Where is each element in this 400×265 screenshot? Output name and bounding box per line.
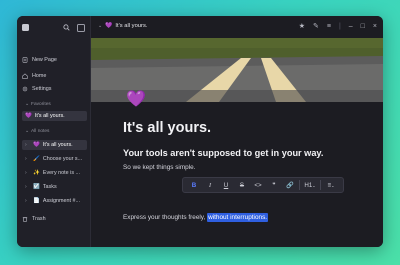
note-item-label: It's all yours. (42, 142, 73, 148)
favorites-section-header[interactable]: ⌄ Favorites (25, 102, 51, 107)
note-item-label: Tasks (42, 184, 57, 190)
title-bar: ⌄ 💜 It's all yours. ★ ✎ ≡ | – □ × (91, 16, 383, 38)
favorite-item[interactable]: 💜 It's all yours. (22, 111, 87, 121)
sidebar-item-label: Home (32, 73, 47, 79)
window-controls: ★ ✎ ≡ | – □ × (299, 22, 377, 31)
chevron-down-icon: ⌄ (331, 182, 335, 188)
note-item[interactable]: › 📄 Assignment #... (22, 196, 87, 206)
close-icon[interactable]: × (373, 23, 377, 30)
chevron-right-icon: › (25, 170, 27, 176)
sidebar-item-new-page[interactable]: New Page (22, 55, 57, 65)
menu-icon[interactable]: ≡ (327, 23, 331, 30)
list-dropdown[interactable]: ≡ ⌄ (322, 178, 340, 192)
sidebar-item-trash[interactable]: Trash (22, 214, 46, 224)
bold-button[interactable]: B (186, 178, 202, 192)
all-notes-label: All notes (31, 129, 50, 134)
paragraph-text: Express your thoughts freely, (123, 214, 208, 221)
note-item[interactable]: › 💜 It's all yours. (22, 140, 87, 150)
chevron-down-icon: ⌄ (312, 182, 316, 188)
chevron-right-icon: › (25, 198, 27, 204)
chevron-down-icon: ⌄ (25, 129, 30, 134)
formatting-toolbar: B I U S <> ❞ 🔗 H1 ⌄ ≡ ⌄ (182, 177, 344, 193)
paragraph[interactable]: Express your thoughts freely, without in… (123, 213, 269, 222)
chevron-down-icon: ⌄ (25, 102, 30, 107)
purple-heart-icon: 💜 (33, 142, 40, 148)
note-item-label: Assignment #... (42, 198, 81, 204)
document-icon: 📄 (33, 198, 40, 204)
window-title: It's all yours. (115, 23, 148, 29)
chevron-right-icon: › (25, 184, 27, 190)
app-window: New Page Home Settings ⌄ Favorites 💜 It'… (17, 16, 383, 247)
sidebar: New Page Home Settings ⌄ Favorites 💜 It'… (17, 16, 91, 247)
favorite-item-label: It's all yours. (34, 113, 65, 119)
strikethrough-button[interactable]: S (234, 178, 250, 192)
subheading[interactable]: Your tools aren't supposed to get in you… (123, 148, 323, 158)
page-title[interactable]: It's all yours. (123, 120, 211, 136)
search-icon[interactable] (63, 24, 70, 31)
sidebar-item-home[interactable]: Home (22, 71, 46, 81)
divider: | (338, 22, 341, 30)
note-item[interactable]: › ☑️ Tasks (22, 182, 87, 192)
note-item-label: Every note is ... (42, 170, 81, 176)
pen-icon[interactable]: ✎ (313, 22, 319, 30)
sidebar-item-settings[interactable]: Settings (22, 84, 51, 94)
chevron-down-icon: ⌄ (98, 23, 103, 29)
paintbrush-icon: 🖌️ (33, 156, 40, 162)
gear-icon (22, 86, 28, 92)
sidebar-item-label: Settings (32, 86, 52, 92)
new-page-icon (22, 57, 28, 63)
italic-button[interactable]: I (202, 178, 218, 192)
note-item-label: Choose your s... (42, 156, 83, 162)
favorites-label: Favorites (31, 102, 51, 107)
selected-text[interactable]: without interruptions. (207, 213, 269, 222)
page-emoji-icon[interactable]: 💜 (126, 89, 146, 109)
trash-icon (22, 217, 28, 222)
minimize-icon[interactable]: – (349, 23, 353, 30)
home-icon (22, 73, 28, 79)
purple-heart-icon: 💜 (25, 113, 32, 119)
divider (299, 180, 300, 190)
quote-icon[interactable]: ❞ (266, 178, 282, 192)
new-note-icon[interactable] (77, 23, 85, 32)
note-item[interactable]: › ✨ Every note is ... (22, 168, 87, 178)
star-icon[interactable]: ★ (299, 22, 305, 30)
chevron-right-icon: › (25, 142, 27, 148)
purple-heart-icon: 💜 (105, 23, 113, 29)
app-logo-icon (22, 23, 29, 31)
heading-dropdown[interactable]: H1 ⌄ (301, 178, 319, 192)
sidebar-item-label: Trash (32, 216, 46, 222)
underline-button[interactable]: U (218, 178, 234, 192)
sidebar-item-label: New Page (32, 57, 57, 63)
code-button[interactable]: <> (250, 178, 266, 192)
checkbox-icon: ☑️ (33, 184, 40, 190)
editor-pane: ⌄ 💜 It's all yours. ★ ✎ ≡ | – □ × 💜 It's… (91, 16, 383, 247)
sparkles-icon: ✨ (33, 170, 40, 176)
maximize-icon[interactable]: □ (361, 23, 365, 30)
note-item[interactable]: › 🖌️ Choose your s... (22, 154, 87, 164)
chevron-right-icon: › (25, 156, 27, 162)
link-icon[interactable]: 🔗 (282, 178, 298, 192)
all-notes-section-header[interactable]: ⌄ All notes (25, 129, 49, 134)
heading-label: H1 (304, 181, 313, 189)
divider (320, 180, 321, 190)
paragraph[interactable]: So we kept things simple. (123, 164, 195, 171)
note-breadcrumb[interactable]: ⌄ 💜 It's all yours. (98, 23, 147, 29)
